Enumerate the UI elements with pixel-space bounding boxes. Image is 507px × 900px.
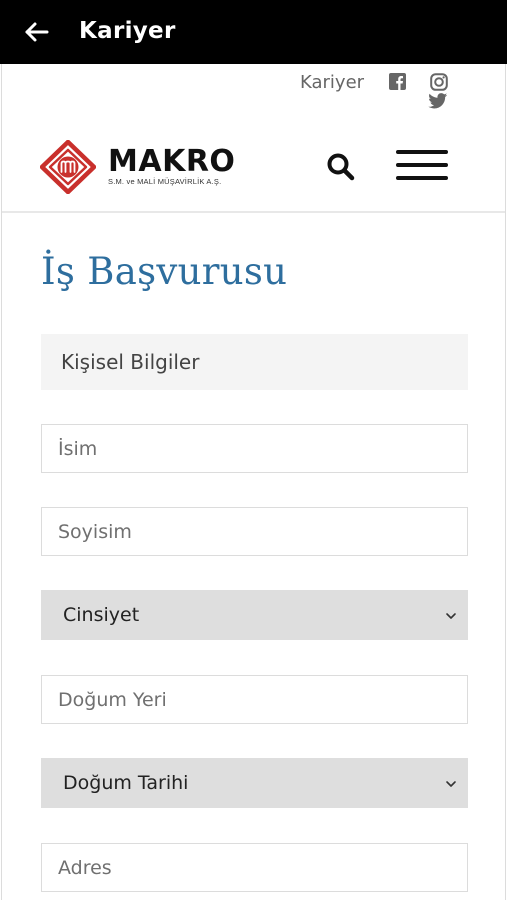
gender-select-value: Cinsiyet	[63, 604, 140, 626]
menu-line	[396, 176, 448, 180]
instagram-icon[interactable]	[430, 73, 448, 91]
topbar-kariyer-link[interactable]: Kariyer	[300, 72, 364, 93]
birth-date-select-value: Doğum Tarihi	[63, 772, 189, 794]
chevron-down-icon	[446, 781, 456, 787]
menu-line	[396, 163, 448, 167]
app-bar: Kariyer	[0, 0, 507, 64]
twitter-icon[interactable]	[428, 93, 448, 109]
address-field[interactable]	[41, 843, 468, 892]
section-header: Kişisel Bilgiler	[41, 334, 468, 390]
birth-date-select[interactable]: Doğum Tarihi	[41, 758, 468, 808]
makro-logo[interactable]: MAKRO S.M. ve MALİ MÜŞAVİRLİK A.Ş.	[38, 140, 235, 194]
chevron-down-icon	[446, 613, 456, 619]
makro-emblem-icon	[40, 140, 96, 194]
hamburger-menu-icon[interactable]	[396, 150, 450, 182]
logo-name: MAKRO	[108, 144, 236, 179]
menu-line	[396, 150, 448, 154]
header-divider	[2, 211, 505, 213]
page-title: İş Başvurusu	[41, 250, 288, 293]
search-icon[interactable]	[324, 150, 358, 184]
last-name-field[interactable]	[41, 507, 468, 556]
facebook-icon[interactable]	[389, 73, 406, 90]
gender-select[interactable]: Cinsiyet	[41, 590, 468, 640]
section-label: Kişisel Bilgiler	[61, 350, 200, 374]
back-arrow-icon[interactable]	[22, 17, 52, 47]
first-name-field[interactable]	[41, 424, 468, 473]
app-bar-title: Kariyer	[79, 18, 176, 44]
birth-place-field[interactable]	[41, 675, 468, 724]
logo-subtitle: S.M. ve MALİ MÜŞAVİRLİK A.Ş.	[108, 177, 222, 186]
